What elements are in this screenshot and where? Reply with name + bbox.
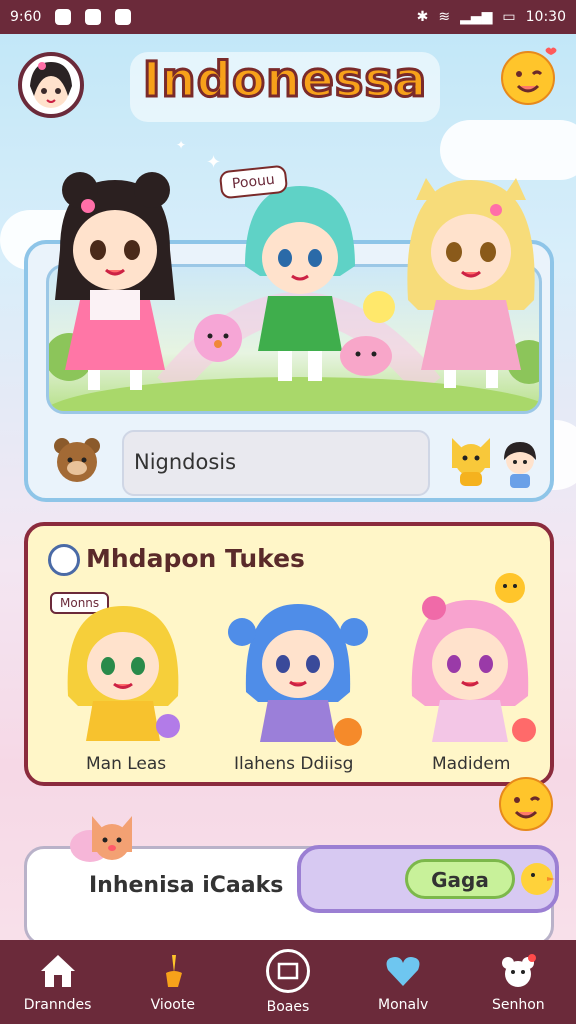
bottom-nav: Dranndes Vioote Boaes Monalv Senhon xyxy=(0,940,576,1024)
nav-label-home: Dranndes xyxy=(23,997,92,1013)
status-clock: 10:30 xyxy=(525,9,566,25)
character-name-1: Man Leas xyxy=(86,754,167,774)
smiley-icon xyxy=(494,772,558,836)
app-title: Indonessa xyxy=(130,51,440,122)
gaga-button[interactable]: Gaga xyxy=(405,859,515,899)
bear-icon xyxy=(50,434,104,492)
smiley-icon[interactable] xyxy=(498,46,558,106)
pink-pet-right xyxy=(338,328,394,382)
signal-icon: ▂▄▆ xyxy=(460,9,493,25)
pink-pet-left xyxy=(188,306,248,370)
character-card-1[interactable] xyxy=(58,596,188,760)
sparkle-icon: ✦ xyxy=(176,138,187,152)
wifi-icon: ≋ xyxy=(438,9,451,25)
character-blonde-hair[interactable] xyxy=(396,170,546,404)
character-card-3[interactable] xyxy=(400,586,540,760)
nav-label-monalv: Monalv xyxy=(378,997,429,1013)
nav-label-boaes: Boaes xyxy=(266,999,310,1015)
bottom-card-label: Inhenisa iCaaks xyxy=(89,873,284,898)
cat-mascot-icon xyxy=(446,432,496,492)
camera-icon xyxy=(265,949,310,993)
brush-icon xyxy=(153,951,193,991)
nav-item-home[interactable]: Dranndes xyxy=(8,951,108,1013)
status-bar: 9:60 ✱ ≋ ▂▄▆ ▭ 10:30 xyxy=(0,0,576,34)
chick-icon xyxy=(517,857,559,905)
nav-label-senhon: Senhon xyxy=(492,997,545,1013)
nav-item-vote[interactable]: Vioote xyxy=(123,951,223,1013)
nav-item-boaes[interactable]: Boaes xyxy=(238,949,338,1015)
home-icon xyxy=(38,951,78,991)
bluetooth-icon: ✱ xyxy=(416,9,429,25)
battery-icon: ▭ xyxy=(502,9,516,25)
action-panel: Gaga xyxy=(297,845,559,913)
heart-icon xyxy=(383,951,423,991)
search-input[interactable]: Nigndosis xyxy=(122,430,430,496)
header: Indonessa xyxy=(0,34,576,134)
section-title: Mhdapon Tukes xyxy=(86,544,305,573)
nav-label-vote: Vioote xyxy=(150,997,195,1013)
hero-characters xyxy=(20,170,556,400)
chick-icon xyxy=(490,568,530,608)
mini-character-icon xyxy=(498,440,542,494)
settings-icon xyxy=(85,9,102,25)
status-time: 9:60 xyxy=(10,9,42,25)
featured-section: Mhdapon Tukes Monns Man Leas Ilahens Ddi… xyxy=(24,522,554,786)
cat-mascot xyxy=(70,806,150,876)
message-icon xyxy=(115,9,132,25)
notification-icon xyxy=(55,9,72,25)
profile-avatar[interactable] xyxy=(18,52,84,118)
character-card-2[interactable] xyxy=(228,592,368,760)
character-name-3: Madidem xyxy=(432,754,511,774)
nav-item-monalv[interactable]: Monalv xyxy=(353,951,453,1013)
bear-icon xyxy=(498,951,538,991)
nav-item-senhon[interactable]: Senhon xyxy=(468,951,568,1013)
clock-icon xyxy=(48,544,80,576)
character-black-hair[interactable] xyxy=(40,170,190,404)
character-name-2: Ilahens Ddiisg xyxy=(234,754,354,774)
